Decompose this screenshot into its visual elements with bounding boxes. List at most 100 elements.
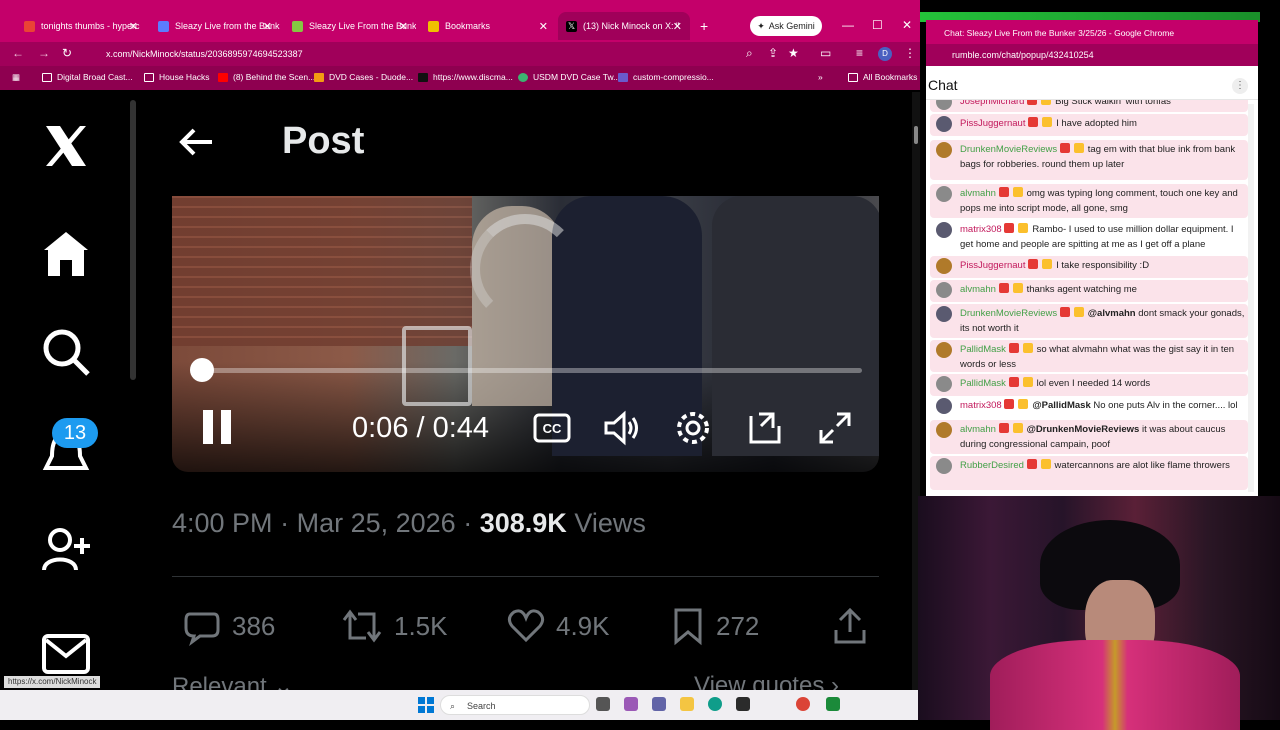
bookmark-item[interactable]: custom-compressio... xyxy=(618,72,714,82)
url-field[interactable]: x.com/NickMinock/status/2036895974694523… xyxy=(86,44,726,64)
close-tab-icon[interactable]: ✕ xyxy=(263,20,272,33)
chat-menu-icon[interactable]: ⋮ xyxy=(1232,78,1248,94)
view-quotes-link[interactable]: View quotes › xyxy=(694,672,839,690)
chat-username[interactable]: PallidMask xyxy=(960,378,1006,389)
new-tab-button[interactable]: + xyxy=(692,12,712,40)
bookmark-item[interactable]: DVD Cases - Duode... xyxy=(314,72,413,82)
user-avatar[interactable] xyxy=(936,282,952,298)
video-scrubber-handle[interactable] xyxy=(190,358,214,382)
all-bookmarks[interactable]: All Bookmarks xyxy=(848,72,917,82)
app-icon[interactable] xyxy=(826,697,840,711)
chat-username[interactable]: matrix308 xyxy=(960,400,1002,411)
user-avatar[interactable] xyxy=(936,342,952,358)
close-window-icon[interactable]: ✕ xyxy=(902,18,912,32)
tab-bookmarks[interactable]: Bookmarks ✕ xyxy=(420,12,556,40)
chat-mention[interactable]: @DrunkenMovieReviews xyxy=(1027,424,1140,435)
minimize-icon[interactable]: — xyxy=(842,18,854,32)
tab-x-post[interactable]: 𝕏 (13) Nick Minock on X: " ‪ ✕ xyxy=(558,12,690,40)
more-bookmarks-icon[interactable]: » xyxy=(818,72,823,82)
zoom-icon[interactable]: ⌕ xyxy=(746,46,753,61)
maximize-icon[interactable]: ☐ xyxy=(872,18,883,32)
close-tab-icon[interactable]: ✕ xyxy=(129,20,138,33)
chat-username[interactable]: matrix308 xyxy=(960,224,1002,235)
chat-username[interactable]: PissJuggernaut xyxy=(960,260,1025,271)
bookmark-item[interactable]: (8) Behind the Scen... xyxy=(218,72,315,82)
bookmark-item[interactable]: USDM DVD Case Tw... xyxy=(518,72,620,82)
reload-icon[interactable]: ↻ xyxy=(62,46,72,60)
picture-in-picture-icon[interactable] xyxy=(745,408,785,448)
like-button[interactable]: 4.9K xyxy=(506,604,610,648)
home-icon[interactable] xyxy=(40,228,92,280)
close-tab-icon[interactable]: ✕ xyxy=(399,20,408,33)
pause-button[interactable] xyxy=(200,410,234,448)
sidebar-icon[interactable]: ▭ xyxy=(820,46,831,60)
user-avatar[interactable] xyxy=(936,306,952,322)
tab-gmail[interactable]: tonights thumbs - hyperc ✕ xyxy=(16,12,146,40)
chat-username[interactable]: JosephMichard xyxy=(960,100,1024,107)
chat-scrollbar[interactable] xyxy=(1248,104,1254,492)
chat-username[interactable]: DrunkenMovieReviews xyxy=(960,308,1057,319)
copilot-icon[interactable] xyxy=(624,697,638,711)
video-progress-track[interactable] xyxy=(200,368,862,373)
close-tab-icon[interactable]: ✕ xyxy=(539,20,548,33)
search-icon[interactable] xyxy=(40,326,92,378)
media-icon[interactable]: ≡ xyxy=(856,46,863,60)
user-avatar[interactable] xyxy=(936,100,952,110)
ask-gemini-button[interactable]: ✦ Ask Gemini xyxy=(750,16,822,36)
chat-username[interactable]: alvmahn xyxy=(960,284,996,295)
follow-icon[interactable] xyxy=(40,524,92,576)
user-avatar[interactable] xyxy=(936,398,952,414)
volume-icon[interactable] xyxy=(602,408,642,448)
chrome-icon[interactable] xyxy=(796,697,810,711)
profile-avatar[interactable]: D xyxy=(878,47,892,61)
share-button[interactable] xyxy=(830,604,880,648)
x-logo-icon[interactable] xyxy=(40,120,92,172)
relevant-sort[interactable]: Relevant ⌄ xyxy=(172,672,294,690)
chat-username[interactable]: DrunkenMovieReviews xyxy=(960,144,1057,155)
tab-sleazy-2[interactable]: Sleazy Live From the Bunk ✕ xyxy=(284,12,416,40)
chat-username[interactable]: PallidMask xyxy=(960,344,1006,355)
task-view-icon[interactable] xyxy=(596,697,610,711)
user-avatar[interactable] xyxy=(936,422,952,438)
user-avatar[interactable] xyxy=(936,186,952,202)
user-avatar[interactable] xyxy=(936,222,952,238)
menu-kebab-icon[interactable]: ⋮ xyxy=(904,46,916,60)
chat-username[interactable]: RubberDesired xyxy=(960,460,1024,471)
edge-icon[interactable] xyxy=(708,697,722,711)
repost-button[interactable]: 1.5K xyxy=(340,604,448,648)
forward-icon[interactable]: → xyxy=(38,46,50,60)
bookmark-button[interactable]: 272 xyxy=(670,604,759,648)
user-avatar[interactable] xyxy=(936,458,952,474)
back-arrow-icon[interactable] xyxy=(176,122,216,162)
fullscreen-icon[interactable] xyxy=(815,408,855,448)
file-explorer-icon[interactable] xyxy=(680,697,694,711)
chat-mention[interactable]: @PallidMask xyxy=(1032,400,1090,411)
user-avatar[interactable] xyxy=(936,142,952,158)
messages-icon[interactable] xyxy=(40,628,92,680)
user-avatar[interactable] xyxy=(936,376,952,392)
close-tab-icon[interactable]: ✕ xyxy=(673,20,682,33)
user-avatar[interactable] xyxy=(936,258,952,274)
settings-gear-icon[interactable] xyxy=(673,408,713,448)
bookmark-item[interactable]: https://www.discma... xyxy=(418,72,513,82)
user-avatar[interactable] xyxy=(936,116,952,132)
chat-username[interactable]: alvmahn xyxy=(960,188,996,199)
chat-username[interactable]: alvmahn xyxy=(960,424,996,435)
share-icon[interactable]: ⇪ xyxy=(768,46,778,60)
store-icon[interactable] xyxy=(736,697,750,711)
captions-icon[interactable]: CC xyxy=(532,408,572,448)
teams-icon[interactable] xyxy=(652,697,666,711)
chat-mention[interactable]: @alvmahn xyxy=(1088,308,1136,319)
bookmark-item[interactable]: House Hacks xyxy=(144,72,210,82)
bookmark-star-icon[interactable]: ★ xyxy=(788,46,799,60)
apps-grid-icon[interactable]: ▦ xyxy=(12,72,20,83)
reply-button[interactable]: 386 xyxy=(182,604,275,648)
sidebar-scrollbar[interactable] xyxy=(130,100,136,380)
scrollbar-thumb[interactable] xyxy=(914,126,918,144)
tab-sleazy-1[interactable]: Sleazy Live from the Bunk ✕ xyxy=(150,12,280,40)
chat-username[interactable]: PissJuggernaut xyxy=(960,118,1025,129)
post-date[interactable]: Mar 25, 2026 xyxy=(297,508,456,538)
bookmark-item[interactable]: Digital Broad Cast... xyxy=(42,72,133,82)
back-icon[interactable]: ← xyxy=(12,46,24,60)
windows-start-icon[interactable] xyxy=(418,697,434,713)
